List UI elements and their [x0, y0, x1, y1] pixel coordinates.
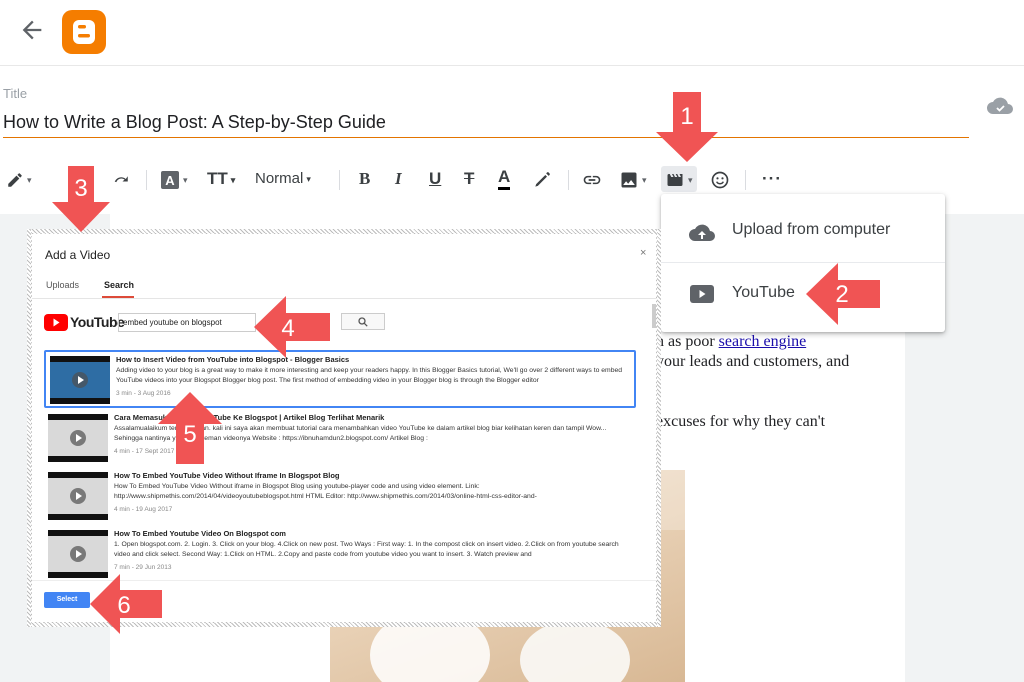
body-line-1[interactable]: h as poor search engine: [656, 333, 806, 351]
menu-item-label: Upload from computer: [732, 221, 891, 238]
photo-object: [520, 620, 630, 682]
body-text-span: h as poor: [656, 333, 719, 350]
annotation-arrow-4: 4: [254, 296, 330, 358]
redo-icon[interactable]: [111, 166, 131, 192]
play-icon: [70, 430, 86, 446]
strikethrough-button[interactable]: T: [464, 166, 474, 192]
font-size-button[interactable]: TT ▾: [207, 166, 235, 192]
title-label: Title: [3, 86, 28, 101]
text-color-button[interactable]: A: [498, 166, 511, 190]
annotation-number: 2: [835, 281, 848, 308]
annotation-number: 5: [183, 421, 196, 448]
annotation-number: 1: [680, 103, 693, 130]
body-link[interactable]: search engine: [719, 333, 807, 350]
blogger-logo-icon[interactable]: [62, 10, 106, 54]
annotation-number: 3: [74, 175, 87, 202]
video-meta: 7 min - 29 Jun 2013: [114, 564, 172, 571]
image-insert-button[interactable]: ▾: [619, 166, 647, 192]
play-icon: [70, 488, 86, 504]
youtube-wordmark: YouTube: [70, 314, 125, 330]
body-line-3[interactable]: excuses for why they can't: [656, 413, 825, 431]
menu-item-upload-from-computer[interactable]: Upload from computer: [661, 201, 945, 263]
youtube-icon: [690, 285, 714, 308]
more-options-icon[interactable]: ···: [762, 166, 782, 192]
select-button[interactable]: Select: [44, 592, 90, 608]
annotation-number: 4: [281, 315, 294, 342]
bold-button[interactable]: B: [359, 166, 370, 192]
annotation-arrow-6: 6: [90, 574, 162, 634]
magnifier-icon: [358, 316, 368, 327]
video-description: 1. Open blogspot.com. 2. Login. 3. Click…: [114, 541, 619, 558]
play-icon: [70, 546, 86, 562]
toolbar-divider: [339, 170, 340, 190]
annotation-arrow-2: 2: [806, 263, 880, 325]
search-button[interactable]: [341, 313, 385, 330]
arrow-back-icon[interactable]: [18, 16, 46, 44]
video-thumbnail: [48, 472, 108, 520]
link-icon[interactable]: [581, 166, 603, 192]
cloud-upload-icon: [689, 223, 715, 248]
formatting-toolbar: ▾ A ▾ TT ▾ Normal ▾ B I U T A ▾ ▾ ···: [0, 160, 1024, 198]
dialog-title: Add a Video: [45, 248, 111, 262]
insert-video-menu: Upload from computer YouTube: [661, 194, 945, 332]
cloud-done-icon: [986, 96, 1014, 121]
tab-search[interactable]: Search: [104, 280, 134, 290]
video-description: Adding video to your blog is a great way…: [116, 367, 623, 384]
menu-item-youtube[interactable]: YouTube: [661, 264, 945, 326]
annotation-number: 6: [117, 592, 130, 619]
video-result-item[interactable]: How To Embed Youtube Video On Blogspot c…: [44, 526, 636, 580]
video-thumbnail: [48, 530, 108, 578]
title-input[interactable]: How to Write a Blog Post: A Step-by-Step…: [3, 110, 969, 138]
add-video-dialog: Add a Video × Uploads Search YouTube emb…: [32, 234, 656, 622]
emoji-icon[interactable]: [710, 166, 730, 192]
tab-divider: [32, 298, 656, 299]
svg-text:A: A: [165, 173, 175, 188]
video-thumbnail: [48, 414, 108, 462]
top-bar: [0, 0, 1024, 66]
video-result-item[interactable]: How To Embed YouTube Video Without Ifram…: [44, 468, 636, 526]
menu-divider: [661, 262, 945, 263]
video-meta: 4 min - 19 Aug 2017: [114, 506, 173, 513]
video-title: How To Embed YouTube Video Without Ifram…: [114, 471, 340, 480]
video-result-item[interactable]: How to Insert Video from YouTube into Bl…: [44, 350, 636, 408]
paragraph-style-dropdown[interactable]: Normal ▾: [255, 166, 311, 192]
highlight-icon[interactable]: [532, 166, 552, 192]
underline-button[interactable]: U: [429, 166, 441, 192]
italic-button[interactable]: I: [395, 166, 402, 192]
scrollbar[interactable]: [652, 304, 656, 328]
video-search-input[interactable]: embed youtube on blogspot: [118, 313, 256, 332]
video-title: Cara Memasukan Video YouTube Ke Blogspot…: [114, 413, 385, 422]
video-thumbnail: [50, 356, 110, 404]
pen-mode-icon[interactable]: ▾: [6, 166, 32, 192]
toolbar-divider: [745, 170, 746, 190]
paragraph-style-label: Normal: [255, 170, 304, 187]
annotation-arrow-5: 5: [158, 392, 222, 464]
video-result-item[interactable]: Cara Memasukan Video YouTube Ke Blogspot…: [44, 410, 636, 468]
video-title: How To Embed Youtube Video On Blogspot c…: [114, 529, 286, 538]
toolbar-divider: [146, 170, 147, 190]
toolbar-divider: [568, 170, 569, 190]
video-insert-button[interactable]: ▾: [661, 166, 697, 192]
menu-item-label: YouTube: [732, 284, 795, 301]
close-icon[interactable]: ×: [640, 247, 646, 259]
body-line-2[interactable]: your leads and customers, and: [656, 353, 849, 371]
video-results-list: How to Insert Video from YouTube into Bl…: [44, 350, 652, 580]
play-icon: [72, 372, 88, 388]
youtube-logo-icon: [44, 314, 68, 336]
annotation-arrow-3: 3: [52, 166, 110, 232]
tab-uploads[interactable]: Uploads: [46, 280, 79, 290]
font-size-label: TT: [207, 169, 228, 188]
video-description: How To Embed YouTube Video Without ifram…: [114, 483, 537, 500]
annotation-arrow-1: 1: [656, 92, 718, 162]
text-color-style-button[interactable]: A ▾: [160, 166, 188, 192]
blogger-post-editor: Title How to Write a Blog Post: A Step-b…: [0, 0, 1024, 682]
